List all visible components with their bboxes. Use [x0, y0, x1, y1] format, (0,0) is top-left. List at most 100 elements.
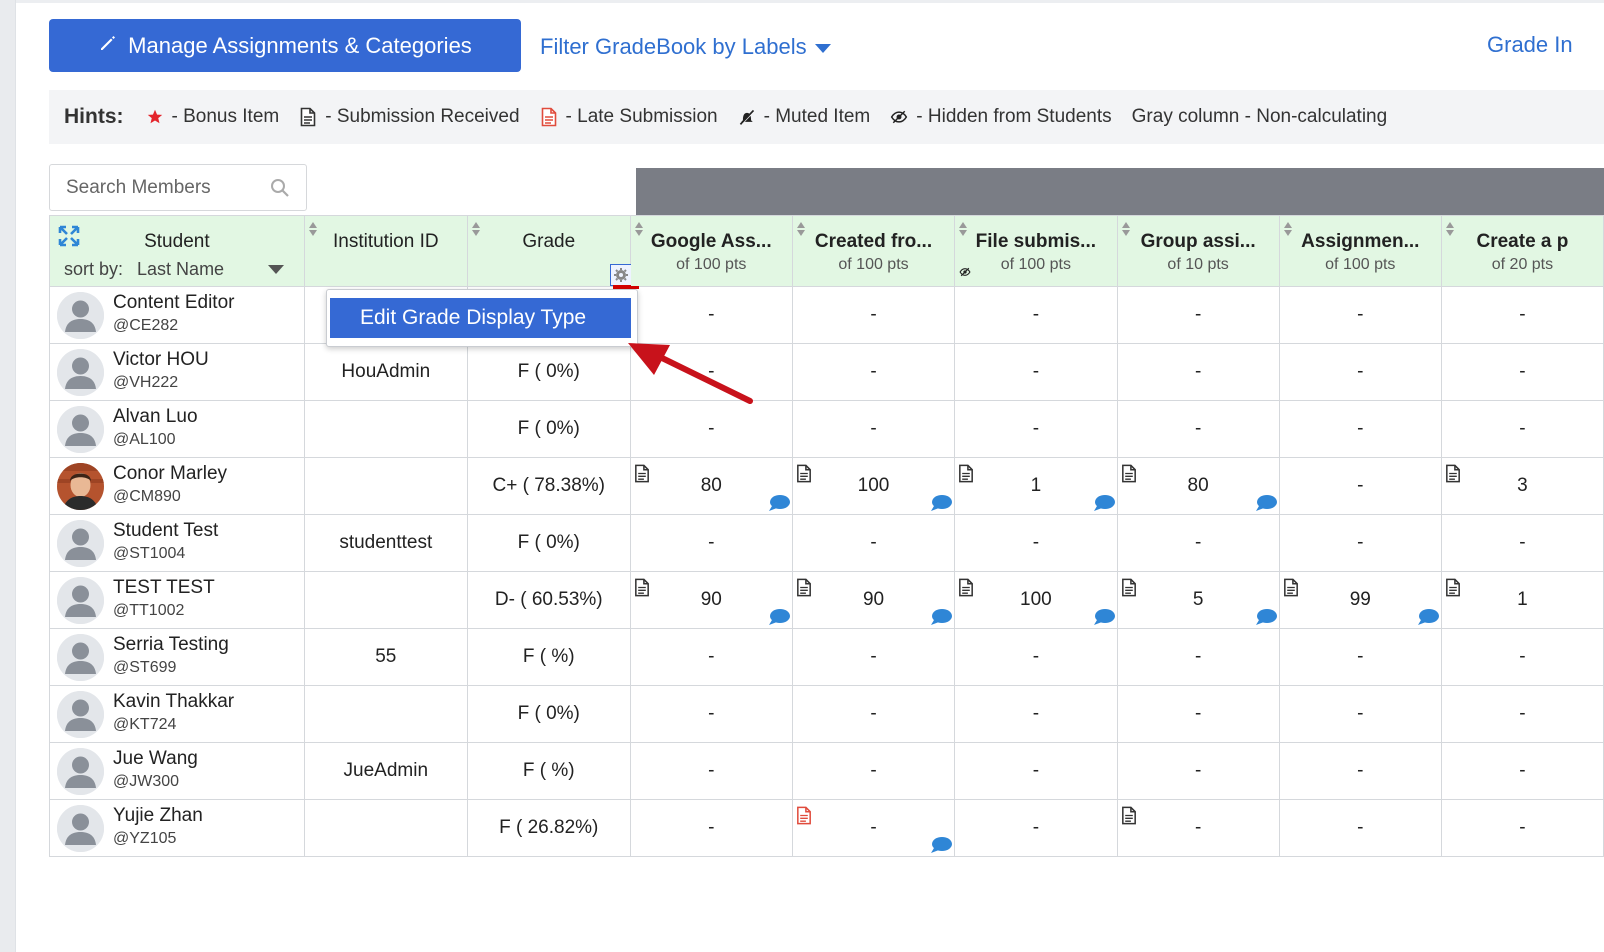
score-cell[interactable]: - [954, 514, 1118, 572]
score-cell[interactable]: - [1278, 685, 1442, 743]
score-cell[interactable]: - [629, 514, 793, 572]
comment-icon[interactable] [930, 608, 953, 626]
score-cell[interactable]: - [954, 343, 1118, 401]
student-name[interactable]: Content Editor [113, 292, 234, 314]
student-cell[interactable]: Serria Testing @ST699 [49, 628, 305, 686]
student-name[interactable]: Student Test [113, 520, 218, 542]
score-cell[interactable]: - [791, 514, 956, 572]
grade-column-header[interactable]: Grade [466, 215, 639, 289]
document-icon[interactable] [796, 464, 812, 483]
document-icon[interactable] [1445, 464, 1461, 483]
score-cell[interactable]: 100 [954, 571, 1118, 629]
document-icon[interactable] [1121, 806, 1137, 825]
sort-by-select[interactable]: sort by: Last Name [64, 259, 285, 280]
student-cell[interactable]: Content Editor @CE282 [49, 286, 305, 344]
score-cell[interactable]: - [1440, 685, 1604, 743]
score-cell[interactable]: - [954, 628, 1118, 686]
score-cell[interactable]: 90 [791, 571, 956, 629]
grade-cell[interactable]: F ( 0%) [466, 685, 631, 743]
student-cell[interactable]: Alvan Luo @AL100 [49, 400, 305, 458]
assignment-header-4[interactable]: Group assi... of 10 pts [1116, 215, 1280, 287]
grade-cell[interactable]: F ( 0%) [466, 343, 631, 401]
comment-icon[interactable] [1417, 608, 1439, 626]
document-icon[interactable] [634, 578, 650, 597]
student-header-title[interactable]: Student [50, 231, 304, 253]
student-cell[interactable]: TEST TEST @TT1002 [49, 571, 305, 629]
student-name[interactable]: Yujie Zhan [113, 805, 203, 827]
document-icon[interactable] [958, 578, 974, 597]
comment-icon[interactable] [1093, 494, 1115, 512]
student-cell[interactable]: Victor HOU @VH222 [49, 343, 305, 401]
score-cell[interactable]: - [791, 742, 956, 800]
grade-cell[interactable]: F ( 0%) [466, 400, 631, 458]
score-cell[interactable]: 1 [1440, 571, 1604, 629]
grade-link[interactable]: Grade In [1487, 32, 1573, 58]
edit-grade-display-type-option[interactable]: Edit Grade Display Type [330, 298, 631, 338]
assignment-header-6[interactable]: Create a p of 20 pts [1440, 215, 1604, 287]
student-name[interactable]: Serria Testing [113, 634, 229, 656]
score-cell[interactable]: - [791, 343, 956, 401]
comment-icon[interactable] [930, 494, 953, 512]
comment-icon[interactable] [768, 608, 790, 626]
score-cell[interactable]: 80 [629, 457, 793, 515]
score-cell[interactable]: 80 [1116, 457, 1280, 515]
score-cell[interactable]: - [1440, 400, 1604, 458]
student-cell[interactable]: Yujie Zhan @YZ105 [49, 799, 305, 857]
score-cell[interactable]: - [1278, 286, 1442, 344]
score-cell[interactable]: - [629, 685, 793, 743]
student-cell[interactable]: Student Test @ST1004 [49, 514, 305, 572]
score-cell[interactable]: - [954, 286, 1118, 344]
score-cell[interactable]: - [1116, 514, 1280, 572]
score-cell[interactable]: - [1440, 514, 1604, 572]
student-name[interactable]: Victor HOU [113, 349, 209, 371]
document-icon[interactable] [796, 578, 812, 597]
score-cell[interactable]: - [791, 685, 956, 743]
score-cell[interactable]: - [954, 400, 1118, 458]
late-document-icon[interactable] [796, 806, 812, 825]
assignment-header-3[interactable]: File submis... of 100 pts [954, 215, 1118, 287]
score-cell[interactable]: 1 [954, 457, 1118, 515]
score-cell[interactable]: - [1116, 799, 1280, 857]
score-cell[interactable]: - [791, 628, 956, 686]
score-cell[interactable]: - [1278, 343, 1442, 401]
score-cell[interactable]: - [1278, 514, 1442, 572]
manage-assignments-button[interactable]: Manage Assignments & Categories [49, 19, 521, 72]
grade-cell[interactable]: F ( 0%) [466, 514, 631, 572]
document-icon[interactable] [1445, 578, 1461, 597]
score-cell[interactable]: - [1440, 286, 1604, 344]
grade-cell[interactable]: F ( %) [466, 628, 631, 686]
document-icon[interactable] [1121, 464, 1137, 483]
score-cell[interactable]: - [1116, 742, 1280, 800]
score-cell[interactable]: - [954, 742, 1118, 800]
search-input[interactable]: Search Members [49, 164, 307, 211]
comment-icon[interactable] [768, 494, 790, 512]
document-icon[interactable] [1283, 578, 1299, 597]
score-cell[interactable]: - [1116, 343, 1280, 401]
student-name[interactable]: Alvan Luo [113, 406, 198, 428]
grade-settings-button[interactable] [609, 264, 632, 286]
score-cell[interactable]: 99 [1278, 571, 1442, 629]
comment-icon[interactable] [930, 836, 953, 854]
student-cell[interactable]: Kavin Thakkar @KT724 [49, 685, 305, 743]
score-cell[interactable]: - [1116, 286, 1280, 344]
grade-cell[interactable]: D- ( 60.53%) [466, 571, 631, 629]
student-name[interactable]: TEST TEST [113, 577, 215, 599]
score-cell[interactable]: - [629, 799, 793, 857]
score-cell[interactable]: - [1116, 400, 1280, 458]
assignment-header-1[interactable]: Google Ass... of 100 pts [629, 215, 793, 287]
document-icon[interactable] [1121, 578, 1137, 597]
grade-cell[interactable]: F ( 26.82%) [466, 799, 631, 857]
student-name[interactable]: Kavin Thakkar [113, 691, 234, 713]
score-cell[interactable]: 5 [1116, 571, 1280, 629]
score-cell[interactable]: - [1278, 628, 1442, 686]
document-icon[interactable] [634, 464, 650, 483]
score-cell[interactable]: - [1278, 457, 1442, 515]
assignment-header-2[interactable]: Created fro... of 100 pts [791, 215, 956, 287]
score-cell[interactable]: - [954, 685, 1118, 743]
score-cell[interactable]: - [1440, 628, 1604, 686]
score-cell[interactable]: - [954, 799, 1118, 857]
student-name[interactable]: Jue Wang [113, 748, 198, 770]
score-cell[interactable]: - [629, 628, 793, 686]
comment-icon[interactable] [1093, 608, 1115, 626]
grade-cell[interactable]: F ( %) [466, 742, 631, 800]
